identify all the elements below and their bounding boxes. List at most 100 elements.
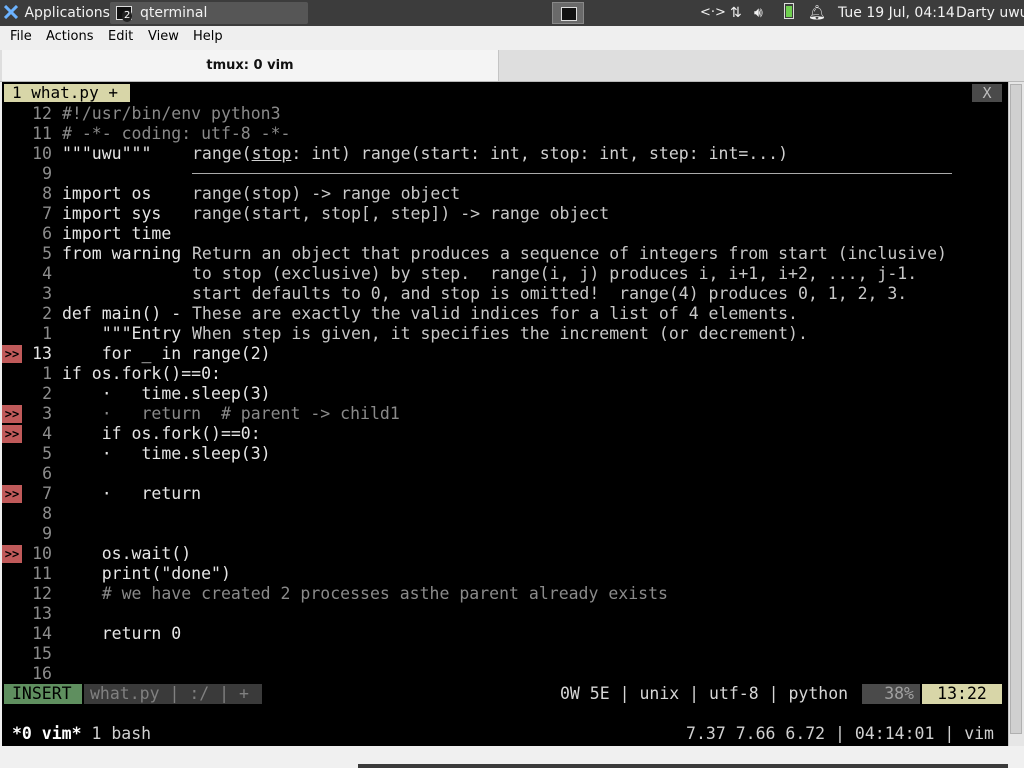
popup-doc-line: When step is given, it specifies the inc… xyxy=(192,324,808,343)
popup-doc-line: start defaults to 0, and stop is omitted… xyxy=(192,284,908,303)
line-code: """uwu""" xyxy=(62,144,152,163)
line-number: 6 xyxy=(42,464,52,483)
line-code: """Entry xyxy=(62,324,182,343)
menu-bar: File Actions Edit View Help xyxy=(0,26,1024,51)
line-number: 11 xyxy=(32,124,52,143)
line-number: 5 xyxy=(42,444,52,463)
editor-line[interactable]: 16 xyxy=(2,664,1008,684)
editor-line[interactable]: >> 10 os.wait() xyxy=(2,544,1008,564)
editor-line[interactable]: 14 return 0 xyxy=(2,624,1008,644)
tmux-status-right: 7.37 7.66 6.72 | 04:14:01 | vim xyxy=(686,724,994,743)
line-code: def main() - xyxy=(62,304,182,323)
line-code: · return xyxy=(62,484,202,503)
line-number: 15 xyxy=(32,644,52,663)
vim-statusline: INSERT what.py | :/ | + 0W 5E | unix | u… xyxy=(2,684,1008,704)
editor-line[interactable]: 15 xyxy=(2,644,1008,664)
scrollbar-thumb[interactable] xyxy=(1010,84,1022,734)
line-number: 2 xyxy=(42,304,52,323)
line-code: for _ in range(2) xyxy=(62,344,271,363)
editor-line[interactable]: >> 4 if os.fork()==0: xyxy=(2,424,1008,444)
volume-icon[interactable]: 🔊︎ xyxy=(754,0,763,26)
cursor-position: 13:22 xyxy=(922,684,1002,704)
editor-line[interactable]: 9 xyxy=(2,524,1008,544)
file-segment: what.py | :/ | + xyxy=(84,684,262,704)
editor-line[interactable]: 1 if os.fork()==0: xyxy=(2,364,1008,384)
editor-line[interactable]: 13 xyxy=(2,604,1008,624)
editor-line[interactable]: 6 xyxy=(2,464,1008,484)
applications-menu[interactable]: Applications xyxy=(3,0,110,26)
menu-help[interactable]: Help xyxy=(193,29,223,44)
line-number: 16 xyxy=(32,664,52,683)
terminal-launcher-button[interactable] xyxy=(552,2,584,24)
editor-line[interactable]: 6 import time xyxy=(2,224,1008,244)
line-number: 14 xyxy=(32,624,52,643)
line-code: import sys xyxy=(62,204,162,223)
tab-tmux[interactable]: tmux: 0 vim xyxy=(2,50,499,81)
line-number: 3 xyxy=(42,284,52,303)
file-info-segment: 0W 5E | unix | utf-8 | python xyxy=(560,684,849,703)
line-number: 6 xyxy=(42,224,52,243)
popup-signature: range(stop: int) range(start: int, stop:… xyxy=(192,144,789,163)
network-arrows-icon[interactable]: <·> xyxy=(700,0,726,26)
top-panel: Applications 2 qterminal <·> ⇅ 🔊︎ 🔔︎ Tue… xyxy=(0,0,1024,26)
editor-line[interactable]: 5 · time.sleep(3) xyxy=(2,444,1008,464)
editor-line[interactable]: >> 13 for _ in range(2) xyxy=(2,344,1008,364)
tmux-window-list[interactable]: *0 vim* 1 bash xyxy=(12,724,151,744)
line-number: 11 xyxy=(32,564,52,583)
line-code: if os.fork()==0: xyxy=(62,424,261,443)
line-number: 2 xyxy=(42,384,52,403)
terminal-view[interactable]: 1 what.py + X 12 #!/usr/bin/env python3 11… xyxy=(2,82,1008,746)
xfce-logo-icon xyxy=(3,2,19,20)
line-code: return 0 xyxy=(62,624,182,643)
popup-doc-line: These are exactly the valid indices for … xyxy=(192,304,798,323)
network-updown-icon[interactable]: ⇅ xyxy=(730,0,742,26)
line-number: 12 xyxy=(32,104,52,123)
menu-actions[interactable]: Actions xyxy=(46,29,94,44)
taskbar-qterminal[interactable]: 2 qterminal xyxy=(110,2,308,24)
line-code: · time.sleep(3) xyxy=(62,444,271,463)
line-code: # -*- coding: utf-8 -*- xyxy=(62,124,291,143)
menu-file[interactable]: File xyxy=(10,29,32,44)
percent-segment: 38% xyxy=(862,684,920,704)
editor-line[interactable]: 12 # we have created 2 processes asthe p… xyxy=(2,584,1008,604)
clock[interactable]: Tue 19 Jul, 04:14 xyxy=(838,0,955,26)
taskbar-qterminal-label: qterminal xyxy=(140,5,208,21)
line-number: 4 xyxy=(42,424,52,443)
line-code: print("done") xyxy=(62,564,231,583)
editor-line[interactable]: >> 3 · return # parent -> child1 xyxy=(2,404,1008,424)
editor-line[interactable]: >> 7 · return xyxy=(2,484,1008,504)
popup-doc-line: to stop (exclusive) by step. range(i, j)… xyxy=(192,264,918,283)
line-code: # we have created 2 processes asthe pare… xyxy=(62,584,668,603)
editor-line[interactable]: 8 import os xyxy=(2,184,1008,204)
line-number: 10 xyxy=(32,144,52,163)
menu-view[interactable]: View xyxy=(148,29,179,44)
mode-indicator: INSERT xyxy=(4,684,82,704)
line-code: import time xyxy=(62,224,172,243)
vim-tab-close-button[interactable]: X xyxy=(972,84,1002,102)
line-number: 4 xyxy=(42,264,52,283)
editor-line[interactable]: 11 print("done") xyxy=(2,564,1008,584)
menu-edit[interactable]: Edit xyxy=(108,29,133,44)
editor-line[interactable]: 9 xyxy=(2,164,1008,184)
editor-line[interactable]: 11 # -*- coding: utf-8 -*- xyxy=(2,124,1008,144)
popup-doc-line: range(stop) -> range object xyxy=(192,184,461,203)
applications-label: Applications xyxy=(24,5,110,21)
popup-doc-line: range(start, stop[, step]) -> range obje… xyxy=(192,204,610,223)
editor-line[interactable]: 8 xyxy=(2,504,1008,524)
user-menu[interactable]: Darty uwu xyxy=(956,0,1024,26)
line-number: 10 xyxy=(32,544,52,563)
editor-line[interactable]: 12 #!/usr/bin/env python3 xyxy=(2,104,1008,124)
line-number: 1 xyxy=(42,364,52,383)
line-code: if os.fork()==0: xyxy=(62,364,221,383)
vim-tab-what[interactable]: 1 what.py + xyxy=(4,84,130,102)
battery-icon[interactable] xyxy=(784,0,794,26)
notification-bell-icon[interactable]: 🔔︎ xyxy=(808,0,826,26)
line-number: 9 xyxy=(42,164,52,183)
editor-line[interactable]: 2 · time.sleep(3) xyxy=(2,384,1008,404)
popup-divider xyxy=(192,173,952,174)
line-code: #!/usr/bin/env python3 xyxy=(62,104,281,123)
line-number: 13 xyxy=(32,344,52,363)
line-code: · time.sleep(3) xyxy=(62,384,271,403)
line-number: 8 xyxy=(42,504,52,523)
line-code: · return # parent -> child1 xyxy=(62,404,400,423)
